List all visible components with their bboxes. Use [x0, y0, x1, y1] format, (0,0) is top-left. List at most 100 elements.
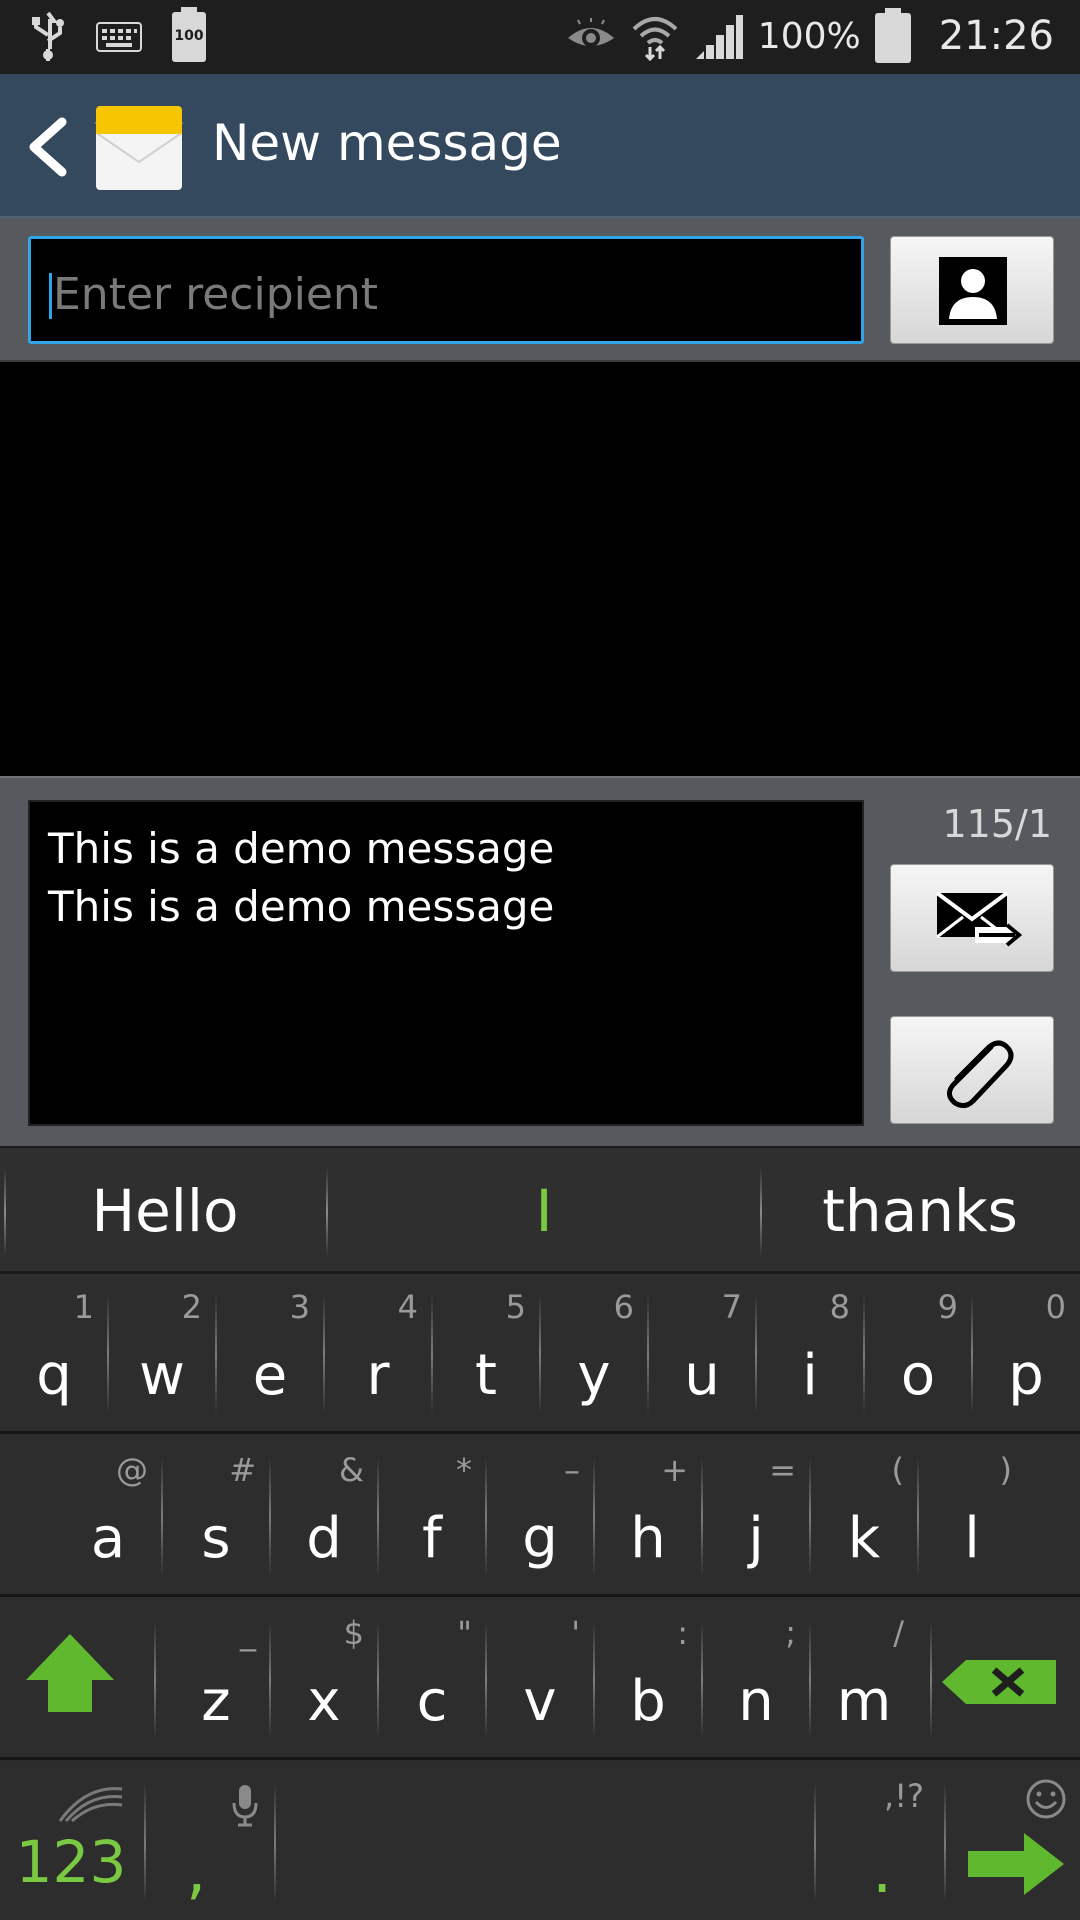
- key-x[interactable]: $ x: [270, 1600, 378, 1760]
- message-input[interactable]: This is a demo message This is a demo me…: [28, 800, 864, 1126]
- key-label: c: [416, 1669, 448, 1734]
- recipient-area: Enter recipient: [0, 218, 1080, 362]
- key-label: a: [90, 1506, 126, 1571]
- microphone-icon: [232, 1785, 258, 1827]
- key-alt-label: (: [891, 1451, 904, 1489]
- key-v[interactable]: ' v: [486, 1600, 594, 1760]
- key-k[interactable]: (k: [810, 1437, 918, 1597]
- period-key[interactable]: ,!? .: [816, 1763, 942, 1920]
- key-label: m: [836, 1669, 892, 1734]
- key-b[interactable]: :b: [594, 1600, 702, 1760]
- key-q[interactable]: 1q: [0, 1274, 108, 1434]
- paperclip-icon: [947, 1040, 1014, 1109]
- keyboard-icon: [96, 22, 142, 52]
- numbers-key-label: 123: [15, 1828, 127, 1896]
- suggestion-i[interactable]: I: [332, 1168, 756, 1254]
- eye-icon: [567, 18, 614, 47]
- key-w[interactable]: 2w: [108, 1274, 216, 1434]
- key-alt-label: +: [661, 1451, 688, 1489]
- key-label: x: [307, 1669, 341, 1734]
- status-bar: 100 100% 21:26: [0, 0, 1080, 74]
- key-label: s: [201, 1506, 231, 1571]
- key-label: g: [522, 1506, 558, 1571]
- key-z[interactable]: _ z: [162, 1600, 270, 1760]
- battery-icon: [874, 8, 911, 63]
- key-alt-label: ': [571, 1614, 580, 1652]
- contacts-button[interactable]: [890, 236, 1054, 344]
- key-c[interactable]: " c: [378, 1600, 486, 1760]
- comma-key-label: ,: [186, 1834, 207, 1908]
- key-alt-label: 3: [289, 1288, 310, 1326]
- key-alt-label: :: [677, 1614, 688, 1652]
- recipient-placeholder: Enter recipient: [53, 269, 379, 320]
- suggestion-hello[interactable]: Hello: [10, 1168, 320, 1254]
- key-r[interactable]: 4r: [324, 1274, 432, 1434]
- key-label: k: [847, 1506, 881, 1571]
- key-separator: [930, 1620, 932, 1740]
- key-y[interactable]: 6y: [540, 1274, 648, 1434]
- send-button[interactable]: [890, 864, 1054, 972]
- key-label: h: [630, 1506, 666, 1571]
- enter-key[interactable]: [946, 1763, 1080, 1920]
- contact-icon: [939, 257, 1007, 325]
- recipient-input[interactable]: Enter recipient: [28, 236, 864, 344]
- message-line: This is a demo message: [48, 824, 555, 873]
- usb-icon: [32, 11, 64, 61]
- key-row-1: 1q2w3e4r5t6y7u8i9o0p: [0, 1274, 1080, 1434]
- period-key-label: .: [872, 1834, 893, 1908]
- key-label: w: [139, 1343, 185, 1408]
- key-alt-label: ): [999, 1451, 1012, 1489]
- key-alt-label: 8: [829, 1288, 850, 1326]
- enter-arrow-icon: [968, 1833, 1064, 1895]
- key-j[interactable]: = j: [702, 1437, 810, 1597]
- key-label: i: [802, 1343, 818, 1408]
- messages-app-icon: [95, 106, 183, 190]
- key-alt-label: ": [457, 1614, 472, 1652]
- key-e[interactable]: 3e: [216, 1274, 324, 1434]
- battery-small-label: 100: [174, 28, 204, 44]
- key-alt-label: #: [229, 1451, 256, 1489]
- send-message-icon: [935, 891, 1023, 947]
- shift-arrow-icon: [26, 1634, 114, 1712]
- key-label: u: [684, 1343, 720, 1408]
- space-key[interactable]: [276, 1763, 812, 1920]
- clock: 21:26: [938, 13, 1054, 59]
- page-title: New message: [212, 114, 562, 172]
- conversation-area: [0, 362, 1080, 776]
- key-o[interactable]: 9o: [864, 1274, 972, 1434]
- key-label: q: [36, 1343, 72, 1408]
- key-h[interactable]: + h: [594, 1437, 702, 1597]
- back-icon[interactable]: [20, 112, 80, 182]
- key-i[interactable]: 8i: [756, 1274, 864, 1434]
- key-label: d: [306, 1506, 342, 1571]
- numbers-key[interactable]: 123: [0, 1763, 142, 1920]
- key-l[interactable]: ) l: [918, 1437, 1026, 1597]
- key-a[interactable]: @ a: [54, 1437, 162, 1597]
- key-u[interactable]: 7u: [648, 1274, 756, 1434]
- key-m[interactable]: / m: [810, 1600, 918, 1760]
- comma-key[interactable]: ,: [146, 1763, 272, 1920]
- key-s[interactable]: # s: [162, 1437, 270, 1597]
- key-alt-label: /: [893, 1614, 904, 1652]
- text-caret: [49, 273, 52, 319]
- attach-button[interactable]: [890, 1016, 1054, 1124]
- key-label: b: [630, 1669, 666, 1734]
- key-label: f: [422, 1506, 442, 1571]
- suggestion-thanks[interactable]: thanks: [766, 1168, 1074, 1254]
- key-alt-label: 6: [613, 1288, 634, 1326]
- key-g[interactable]: – g: [486, 1437, 594, 1597]
- key-alt-label: ;: [785, 1614, 796, 1652]
- backspace-key[interactable]: [932, 1600, 1080, 1760]
- key-t[interactable]: 5t: [432, 1274, 540, 1434]
- key-p[interactable]: 0p: [972, 1274, 1080, 1434]
- key-d[interactable]: & d: [270, 1437, 378, 1597]
- shift-key[interactable]: [0, 1600, 154, 1760]
- key-f[interactable]: * f: [378, 1437, 486, 1597]
- character-counter: 115/1: [942, 802, 1052, 846]
- keyboard: Hello I thanks 1q2w3e4r5t6y7u8i9o0p @ a # s…: [0, 1146, 1080, 1920]
- swiftkey-logo-icon: [58, 1787, 123, 1823]
- key-label: o: [900, 1343, 936, 1408]
- key-n[interactable]: ; n: [702, 1600, 810, 1760]
- key-alt-label: $: [343, 1614, 364, 1652]
- key-alt-label: 1: [73, 1288, 94, 1326]
